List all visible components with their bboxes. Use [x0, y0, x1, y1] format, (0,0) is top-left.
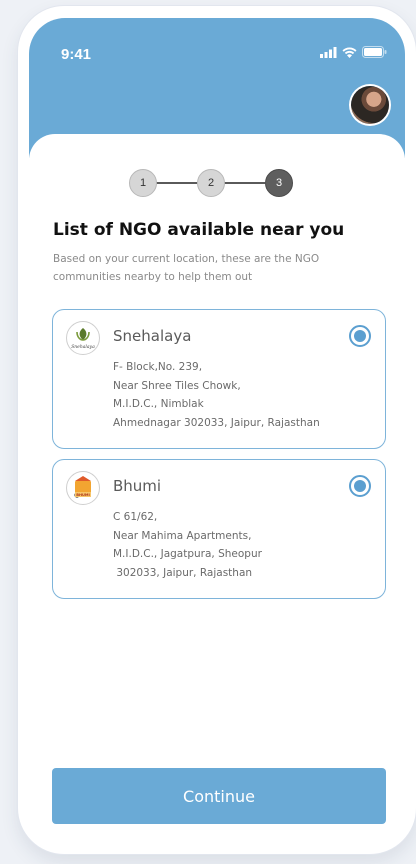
status-icons	[320, 46, 387, 58]
stepper: 1 2 3	[129, 169, 293, 197]
content-sheet: 1 2 3 List of NGO available near you Bas…	[29, 134, 405, 844]
address-line: M.I.D.C., Jagatpura, Sheopur	[113, 548, 262, 560]
battery-icon	[362, 46, 387, 58]
phone-frame: 9:41 1 2 3 List of NGO available near yo…	[18, 6, 416, 854]
ngo-card-bhumi[interactable]: BHUMI Bhumi C 61/62, Near Mahima Apartme…	[52, 459, 386, 599]
continue-button[interactable]: Continue	[52, 768, 386, 824]
page-title: List of NGO available near you	[53, 220, 345, 240]
ngo-name: Bhumi	[113, 477, 162, 495]
select-radio[interactable]	[349, 325, 371, 347]
step-1[interactable]: 1	[129, 169, 157, 197]
avatar[interactable]	[351, 86, 389, 124]
ngo-address: F- Block,No. 239, Near Shree Tiles Chowk…	[113, 358, 378, 432]
address-line: 302033, Jaipur, Rajasthan	[113, 566, 253, 579]
wifi-icon	[342, 47, 357, 58]
step-connector	[223, 182, 265, 184]
app-screen: 9:41 1 2 3 List of NGO available near yo…	[29, 18, 405, 844]
ngo-name: Snehalaya	[113, 327, 192, 345]
step-connector	[155, 182, 197, 184]
page-subtitle: Based on your current location, these ar…	[53, 253, 320, 283]
address-line: Ahmednagar 302033, Jaipur, Rajasthan	[113, 416, 320, 429]
address-line: M.I.D.C., Nimblak	[113, 398, 204, 410]
snehalaya-logo: Snehalaya	[66, 321, 100, 355]
address-line: F- Block,No. 239,	[113, 361, 203, 373]
status-time: 9:41	[61, 46, 92, 63]
signal-icon	[320, 46, 337, 58]
address-line: Near Mahima Apartments,	[113, 529, 252, 542]
address-line: C 61/62,	[113, 511, 158, 523]
bhumi-logo: BHUMI	[66, 471, 100, 505]
step-3[interactable]: 3	[265, 169, 293, 197]
snehalaya-logo-text: Snehalaya	[71, 344, 95, 350]
ngo-card-snehalaya[interactable]: Snehalaya Snehalaya F- Block,No. 239, Ne…	[52, 309, 386, 449]
step-2[interactable]: 2	[197, 169, 225, 197]
select-radio[interactable]	[349, 475, 371, 497]
ngo-address: C 61/62, Near Mahima Apartments, M.I.D.C…	[113, 508, 378, 582]
bhumi-logo-text: BHUMI	[76, 493, 90, 497]
address-line: Near Shree Tiles Chowk,	[113, 379, 241, 392]
